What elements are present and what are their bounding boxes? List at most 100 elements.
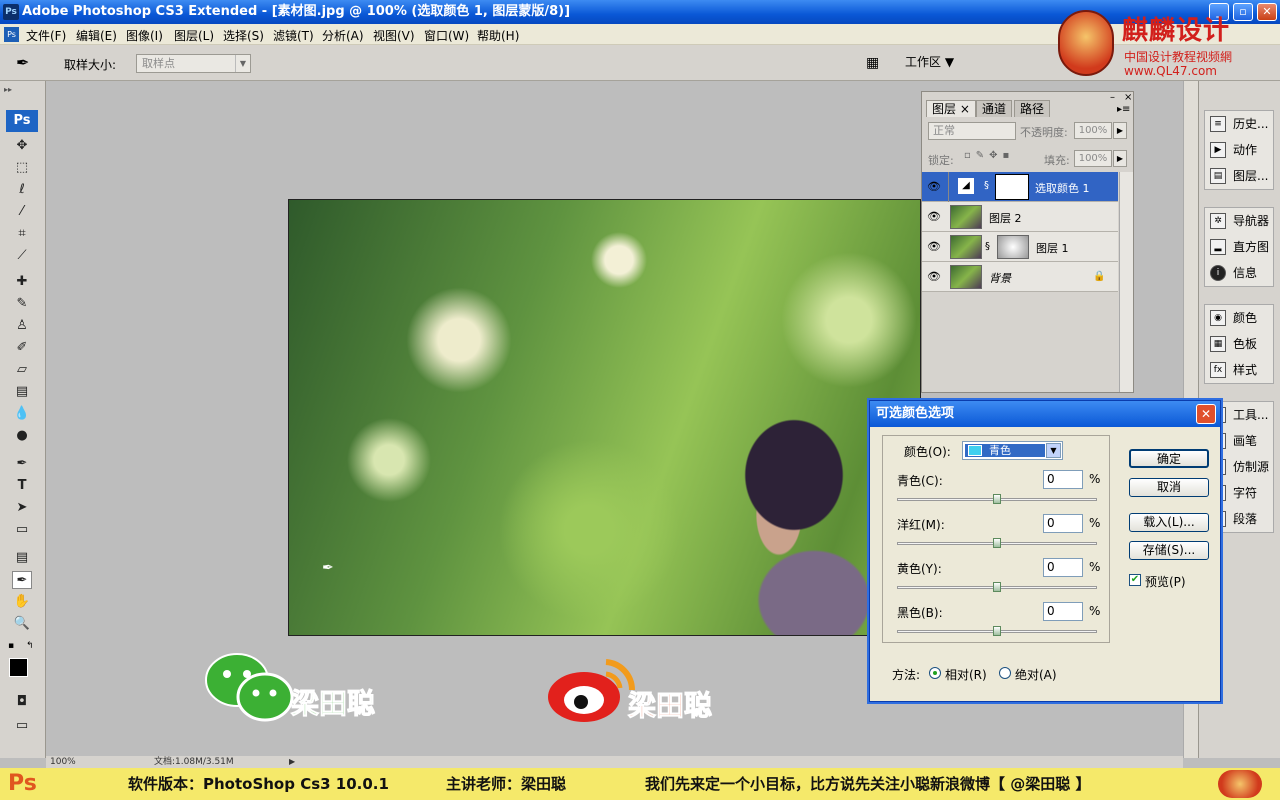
zoom-level[interactable]: 100% xyxy=(50,756,76,768)
status-menu-arrow-icon[interactable]: ▶ xyxy=(289,756,295,768)
link-icon[interactable]: § xyxy=(985,241,990,252)
opacity-arrow-icon[interactable]: ▶ xyxy=(1113,122,1127,139)
default-colors-icon[interactable]: ▪ xyxy=(8,641,14,651)
dock-label: 动作 xyxy=(1233,143,1258,157)
zoom-tool-icon[interactable]: 🔍 xyxy=(12,615,32,633)
method-relative-radio[interactable] xyxy=(929,667,941,679)
layers-scrollbar[interactable] xyxy=(1119,172,1133,392)
panel-menu-icon[interactable]: ▸≡ xyxy=(1117,104,1130,115)
dock-item-layer-comps[interactable]: ▤ 图层... xyxy=(1205,163,1273,189)
opacity-field[interactable]: 100% xyxy=(1074,122,1112,139)
menu-image[interactable]: 图像(I) xyxy=(126,27,163,44)
lasso-tool-icon[interactable]: ℓ xyxy=(12,181,32,199)
dock-item-info[interactable]: i 信息 xyxy=(1205,260,1273,286)
hand-tool-icon[interactable]: ✋ xyxy=(12,593,32,611)
slice-tool-icon[interactable]: ⟋ xyxy=(12,247,32,265)
crop-tool-icon[interactable]: ⌗ xyxy=(12,225,32,243)
eyedropper-tool-icon[interactable]: ✒ xyxy=(12,571,32,589)
menu-filter[interactable]: 滤镜(T) xyxy=(273,27,314,44)
panel-close-icon[interactable]: × xyxy=(1124,92,1132,103)
visibility-eye-icon[interactable]: 👁 xyxy=(927,180,941,193)
eyedropper-tool-preset-icon[interactable]: ✒ xyxy=(16,53,29,72)
fill-arrow-icon[interactable]: ▶ xyxy=(1113,150,1127,167)
clone-stamp-tool-icon[interactable]: ♙ xyxy=(12,317,32,335)
layer-mask-thumbnail[interactable] xyxy=(995,174,1029,200)
visibility-eye-icon[interactable]: 👁 xyxy=(927,240,941,253)
menu-analysis[interactable]: 分析(A) xyxy=(322,27,364,44)
dodge-tool-icon[interactable]: ● xyxy=(12,427,32,445)
black-slider-thumb[interactable] xyxy=(993,626,1001,636)
preview-checkbox[interactable]: ✔ xyxy=(1129,574,1141,586)
menu-layer[interactable]: 图层(L) xyxy=(174,27,214,44)
layer-mask-thumbnail[interactable] xyxy=(997,235,1029,259)
cancel-button[interactable]: 取消 xyxy=(1129,478,1209,497)
visibility-eye-icon[interactable]: 👁 xyxy=(927,210,941,223)
menu-window[interactable]: 窗口(W) xyxy=(424,27,469,44)
dock-item-swatches[interactable]: ▦ 色板 xyxy=(1205,331,1273,357)
sample-size-select[interactable]: 取样点 ▼ xyxy=(136,54,251,73)
magic-wand-tool-icon[interactable]: ⁄ xyxy=(12,203,32,221)
foreground-color-swatch[interactable] xyxy=(9,658,28,677)
magenta-slider-thumb[interactable] xyxy=(993,538,1001,548)
tab-channels[interactable]: 通道 xyxy=(976,100,1013,117)
menu-view[interactable]: 视图(V) xyxy=(373,27,415,44)
dock-label: 仿制源 xyxy=(1233,460,1270,474)
method-absolute-radio[interactable] xyxy=(999,667,1011,679)
document-canvas-photo[interactable] xyxy=(288,199,921,636)
magenta-input[interactable]: 0 xyxy=(1043,514,1083,533)
bridge-icon[interactable]: ▦ xyxy=(866,55,879,71)
menu-select[interactable]: 选择(S) xyxy=(223,27,264,44)
shape-tool-icon[interactable]: ▭ xyxy=(12,521,32,539)
path-selection-tool-icon[interactable]: ➤ xyxy=(12,499,32,517)
tab-layers[interactable]: 图层 × xyxy=(926,100,976,117)
dock-item-navigator[interactable]: ✲ 导航器 xyxy=(1205,208,1273,234)
layer-row[interactable]: 👁 ◢ § 选取颜色 1 xyxy=(922,172,1118,202)
screen-mode-icon[interactable]: ▭ xyxy=(12,717,32,735)
dock-item-color[interactable]: ◉ 颜色 xyxy=(1205,305,1273,331)
dock-item-actions[interactable]: ▶ 动作 xyxy=(1205,137,1273,163)
menu-help[interactable]: 帮助(H) xyxy=(477,27,519,44)
quick-mask-icon[interactable]: ◘ xyxy=(12,693,32,711)
save-button[interactable]: 存储(S)... xyxy=(1129,541,1209,560)
lock-icons[interactable]: ▫✎✥▪ xyxy=(964,150,1014,161)
cyan-input[interactable]: 0 xyxy=(1043,470,1083,489)
menu-edit[interactable]: 编辑(E) xyxy=(76,27,117,44)
marquee-tool-icon[interactable]: ⬚ xyxy=(12,159,32,177)
tab-paths[interactable]: 路径 xyxy=(1014,100,1051,117)
ok-button[interactable]: 确定 xyxy=(1129,449,1209,468)
yellow-input[interactable]: 0 xyxy=(1043,558,1083,577)
notes-tool-icon[interactable]: ▤ xyxy=(12,549,32,567)
layer-row[interactable]: 👁 背景 🔒 xyxy=(922,262,1118,292)
yellow-slider-thumb[interactable] xyxy=(993,582,1001,592)
history-brush-tool-icon[interactable]: ✐ xyxy=(12,339,32,357)
type-tool-icon[interactable]: T xyxy=(12,477,32,495)
layer-row[interactable]: 👁 § 图层 1 xyxy=(922,232,1118,262)
panel-minimize-icon[interactable]: – xyxy=(1110,92,1115,103)
dialog-title-bar[interactable]: 可选颜色选项 ✕ xyxy=(870,401,1220,427)
swap-colors-icon[interactable]: ↰ xyxy=(26,641,34,651)
menu-file[interactable]: 文件(F) xyxy=(26,27,66,44)
blend-mode-select[interactable]: 正常 xyxy=(928,122,1016,140)
dock-item-styles[interactable]: fx 样式 xyxy=(1205,357,1273,383)
workspace-button[interactable]: 工作区 ▼ xyxy=(905,53,954,70)
load-button[interactable]: 载入(L)... xyxy=(1129,513,1209,532)
blur-tool-icon[interactable]: 💧 xyxy=(12,405,32,423)
dock-item-histogram[interactable]: ▂ 直方图 xyxy=(1205,234,1273,260)
layer-row[interactable]: 👁 图层 2 xyxy=(922,202,1118,232)
move-tool-icon[interactable]: ✥ xyxy=(12,137,32,155)
black-input[interactable]: 0 xyxy=(1043,602,1083,621)
pen-tool-icon[interactable]: ✒ xyxy=(12,455,32,473)
collapse-icon[interactable]: ▸▸ xyxy=(4,85,12,94)
visibility-eye-icon[interactable]: 👁 xyxy=(927,270,941,283)
gradient-tool-icon[interactable]: ▤ xyxy=(12,383,32,401)
dialog-close-button[interactable]: ✕ xyxy=(1196,404,1216,424)
cyan-slider-thumb[interactable] xyxy=(993,494,1001,504)
brush-tool-icon[interactable]: ✎ xyxy=(12,295,32,313)
layer-name: 图层 2 xyxy=(989,212,1022,225)
healing-brush-tool-icon[interactable]: ✚ xyxy=(12,273,32,291)
eraser-tool-icon[interactable]: ▱ xyxy=(12,361,32,379)
document-icon[interactable]: Ps xyxy=(4,27,19,42)
link-icon[interactable]: § xyxy=(984,180,989,191)
fill-field[interactable]: 100% xyxy=(1074,150,1112,167)
dock-item-history[interactable]: ≡ 历史... xyxy=(1205,111,1273,137)
